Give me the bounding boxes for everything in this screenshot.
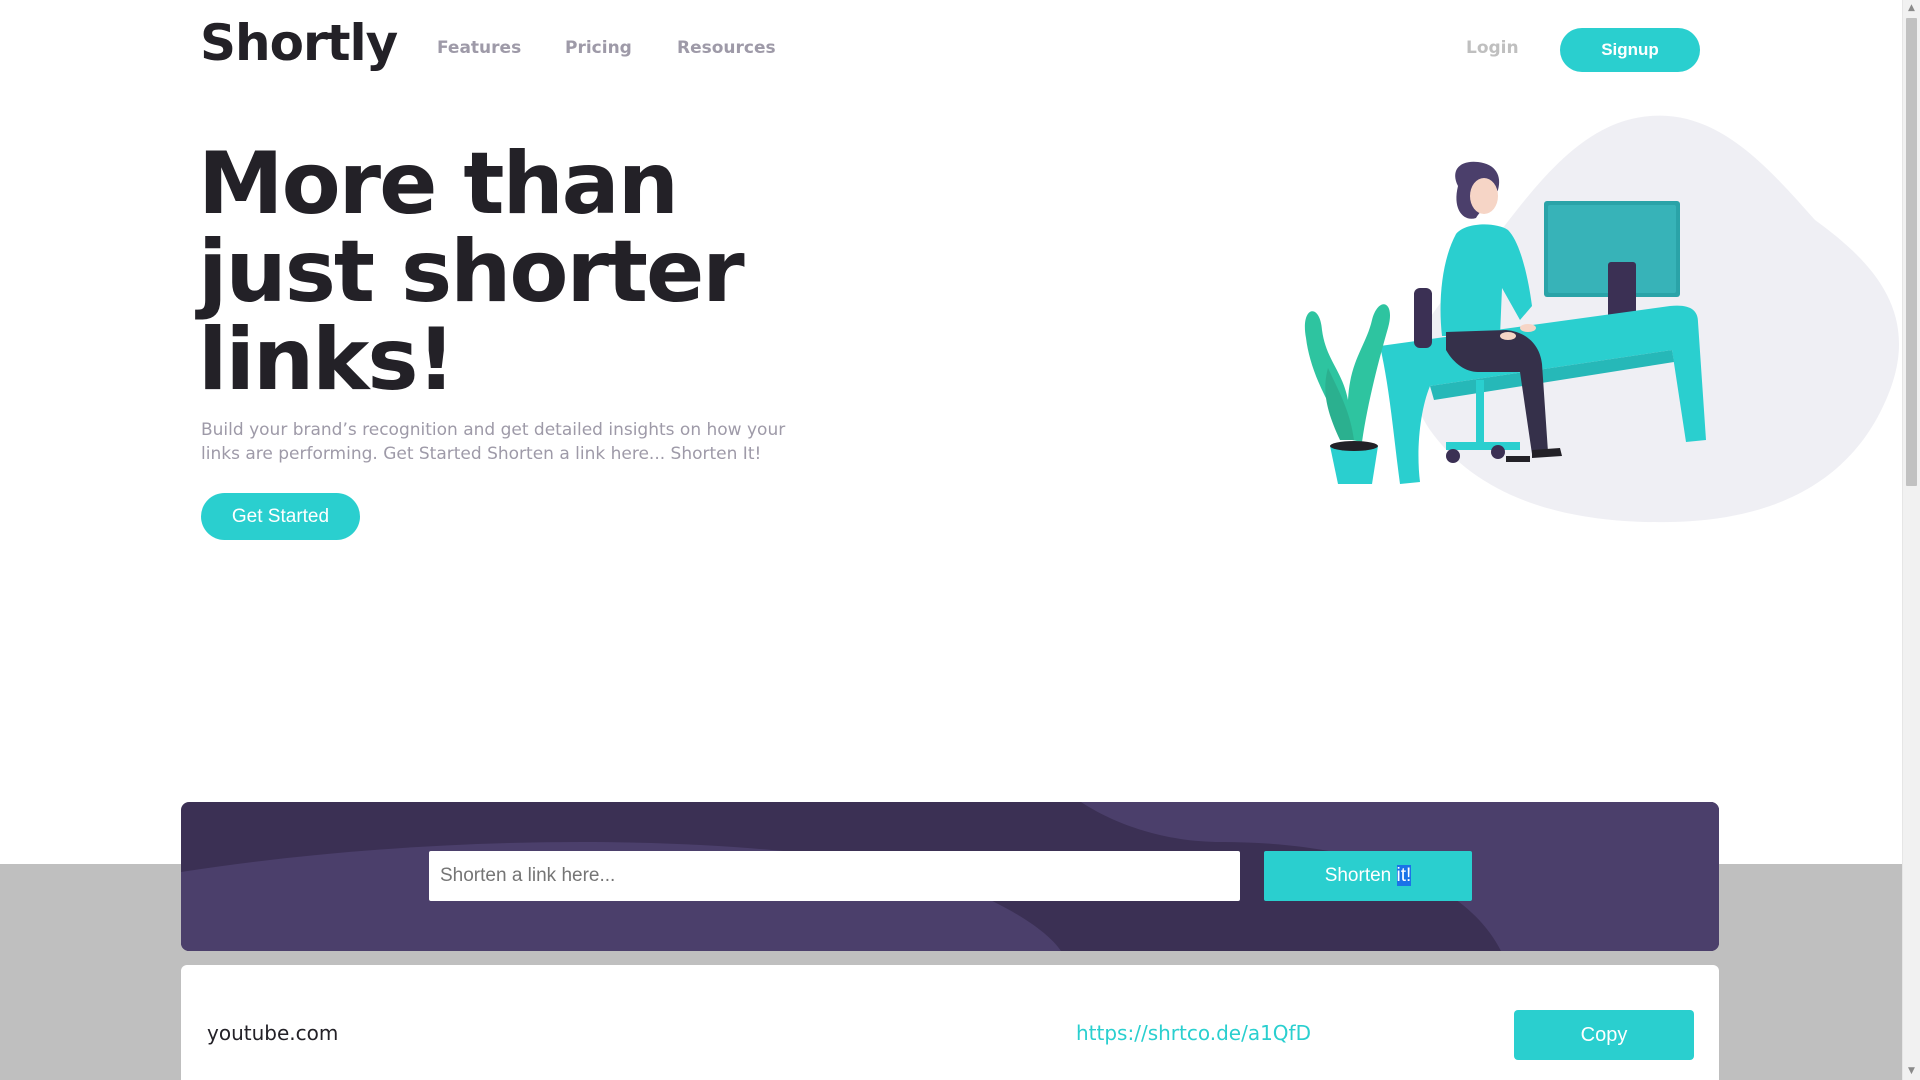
person-working-illustration bbox=[1304, 115, 1900, 523]
nav-pricing[interactable]: Pricing bbox=[565, 38, 632, 58]
scroll-up-arrow-icon[interactable]: ▲ bbox=[1903, 0, 1920, 17]
vertical-scrollbar[interactable]: ▲ ▼ bbox=[1902, 0, 1920, 1080]
nav-features[interactable]: Features bbox=[437, 38, 521, 58]
shorten-form: Shorten it! bbox=[181, 802, 1719, 951]
logo[interactable]: Shortly bbox=[200, 14, 398, 72]
hero-title: More than just shorter links! bbox=[198, 140, 838, 404]
shorten-button-selected-text: it! bbox=[1396, 865, 1412, 886]
shorten-link-input[interactable] bbox=[429, 851, 1240, 901]
hero-subtitle: Build your brand’s recognition and get d… bbox=[201, 420, 786, 464]
signup-button[interactable]: Signup bbox=[1560, 28, 1700, 72]
hero-title-line-1: More than bbox=[198, 134, 679, 234]
hero-title-line-2: just shorter bbox=[198, 222, 745, 322]
nav-resources[interactable]: Resources bbox=[677, 38, 776, 58]
original-url: youtube.com bbox=[207, 1021, 339, 1045]
shorten-it-button[interactable]: Shorten it! bbox=[1264, 851, 1472, 901]
get-started-button[interactable]: Get Started bbox=[201, 493, 360, 540]
login-link[interactable]: Login bbox=[1466, 38, 1519, 58]
plant-pot bbox=[1330, 446, 1378, 484]
result-card: youtube.com https://shrtco.de/a1QfD Copy bbox=[181, 965, 1719, 1080]
copy-button[interactable]: Copy bbox=[1514, 1010, 1694, 1060]
hero-title-line-3: links! bbox=[198, 310, 456, 410]
shortened-url-link[interactable]: https://shrtco.de/a1QfD bbox=[1076, 1021, 1311, 1045]
chair-back bbox=[1414, 288, 1432, 348]
person-face bbox=[1470, 178, 1498, 214]
scrollbar-thumb[interactable] bbox=[1906, 18, 1917, 486]
scroll-down-arrow-icon[interactable]: ▼ bbox=[1903, 1063, 1920, 1080]
shorten-button-label: Shorten bbox=[1324, 865, 1397, 886]
